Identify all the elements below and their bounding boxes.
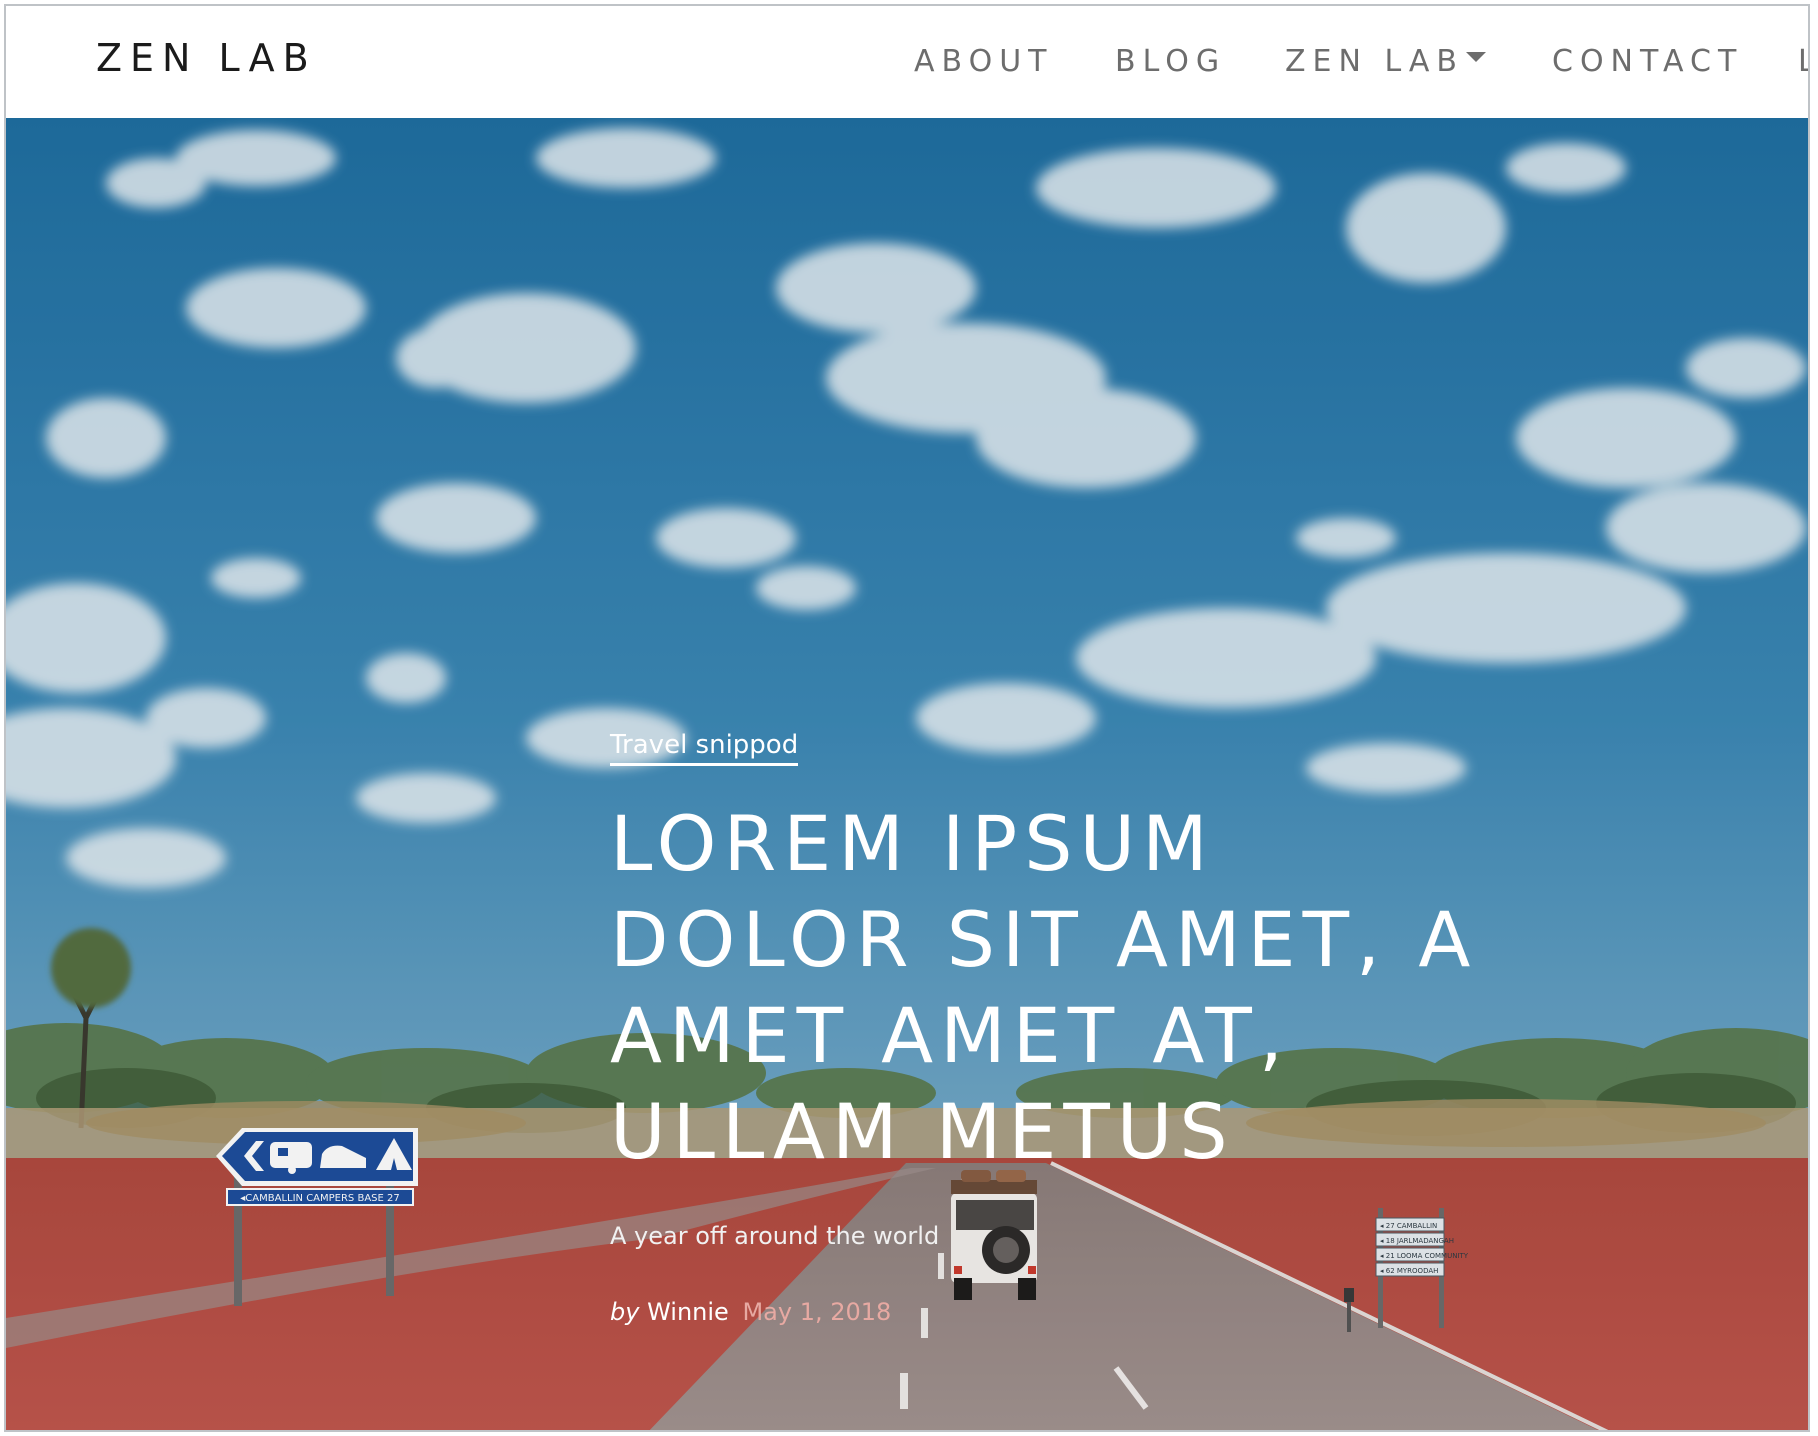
- browser-viewport: ZEN LAB ABOUT BLOG ZEN LAB CONTACT L: [4, 4, 1810, 1432]
- nav-overflow-item[interactable]: L: [1798, 44, 1808, 79]
- byline-prefix: by: [610, 1298, 640, 1326]
- post-byline: by Winnie May 1, 2018: [610, 1298, 1490, 1326]
- post-title[interactable]: LOREM IPSUM DOLOR SIT AMET, A AMET AMET …: [610, 796, 1490, 1180]
- nav-blog[interactable]: BLOG: [1115, 44, 1226, 79]
- category-link[interactable]: Travel snippod: [610, 730, 799, 766]
- nav-about[interactable]: ABOUT: [914, 44, 1053, 79]
- post-date: May 1, 2018: [742, 1298, 892, 1326]
- caret-down-icon: [1466, 51, 1486, 62]
- site-logo[interactable]: ZEN LAB: [96, 36, 317, 80]
- nav-zenlab-label: ZEN LAB: [1285, 44, 1464, 79]
- nav-zenlab-dropdown[interactable]: ZEN LAB: [1285, 44, 1486, 79]
- nav-contact[interactable]: CONTACT: [1552, 44, 1743, 79]
- top-navbar: ZEN LAB ABOUT BLOG ZEN LAB CONTACT L: [6, 6, 1808, 118]
- hero-banner: ◂CAMBALLIN CAMPERS BASE 27 ◂ 27 CAMBALLI…: [6, 118, 1808, 1430]
- hero-content: Travel snippod LOREM IPSUM DOLOR SIT AME…: [610, 730, 1490, 1326]
- author-link[interactable]: Winnie: [647, 1298, 729, 1326]
- post-subtitle: A year off around the world: [610, 1222, 940, 1250]
